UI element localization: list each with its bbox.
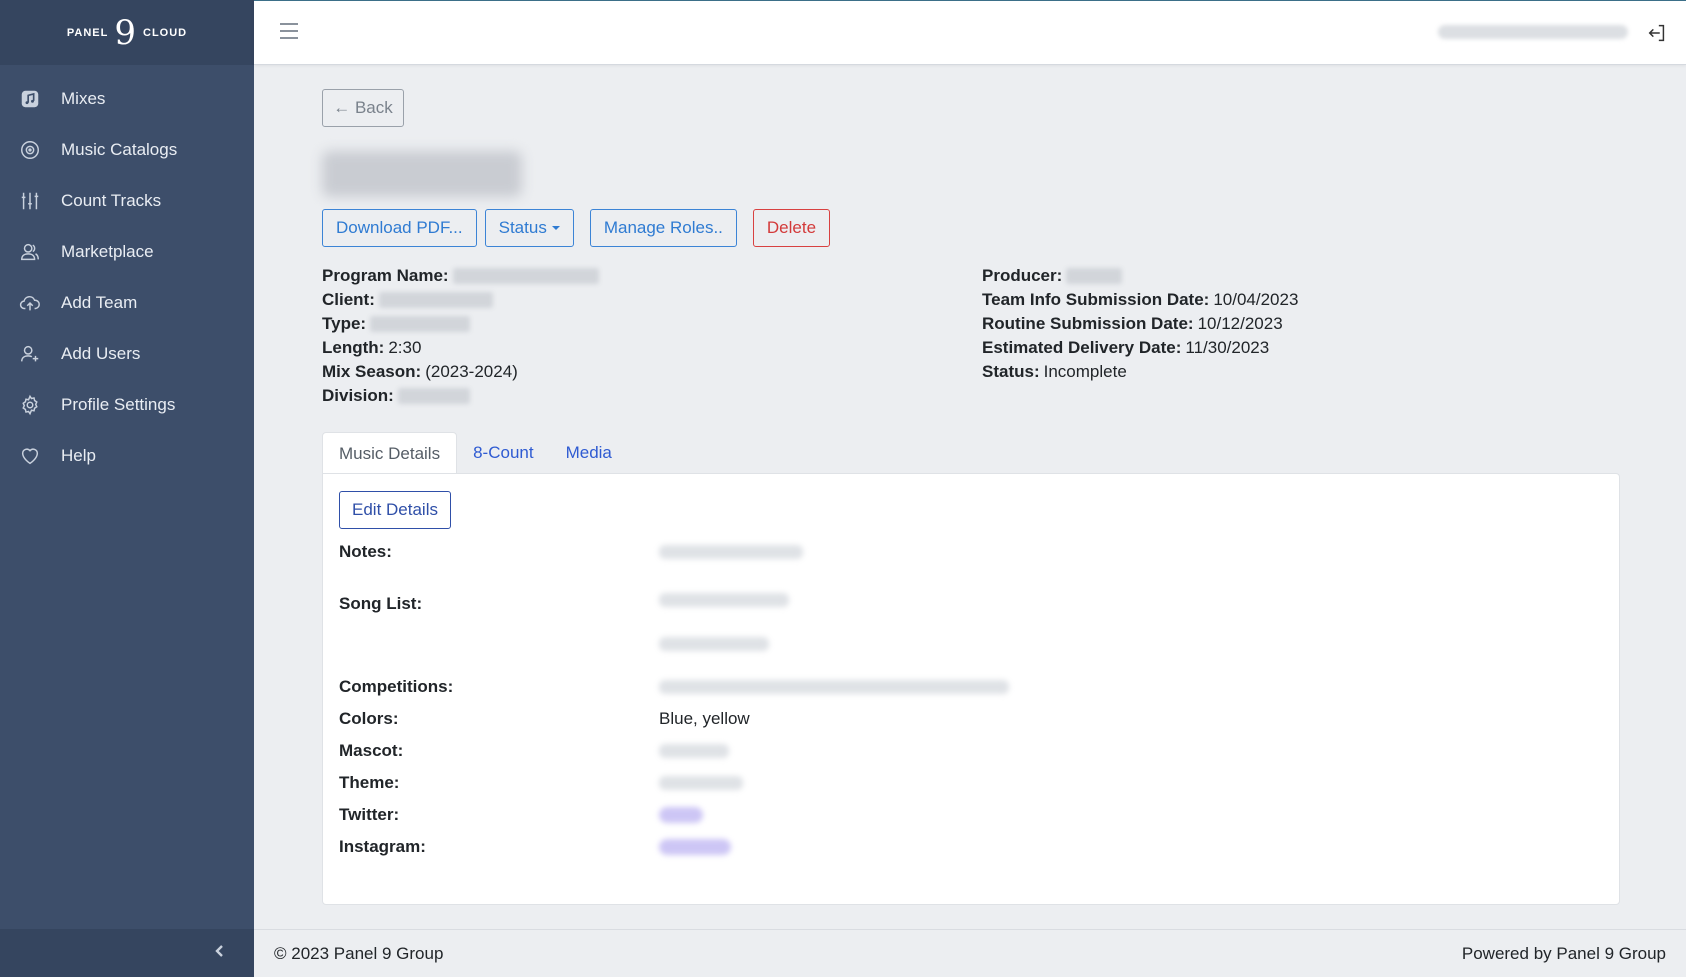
heart-icon [19,445,41,467]
status-row: Status: Incomplete [982,360,1582,384]
mascot-row: Mascot: [339,740,729,762]
song-list-redacted [659,593,789,615]
delete-button[interactable]: Delete [752,209,831,247]
delivery-date-row: Estimated Delivery Date: 11/30/2023 [982,338,1270,357]
client-redacted [378,292,493,308]
competitions-row: Competitions: [339,676,1009,698]
people-icon [19,241,41,263]
twitter-link-redacted[interactable] [659,807,703,823]
theme-row: Theme: [339,772,743,794]
topbar [254,0,1686,65]
brand-logo[interactable]: PANEL 9 CLOUD [0,0,254,65]
program-name-redacted [452,268,599,284]
song-list-row: Song List: [339,593,789,615]
theme-redacted [659,776,743,790]
user-email-redacted [1438,25,1628,39]
manage-roles-button[interactable]: Manage Roles.. [589,209,737,247]
sidebar-item-add-users[interactable]: Add Users [0,328,254,379]
menu-toggle-icon[interactable] [280,23,298,39]
program-info-left: Program Name: Client: Type: Length: 2:30… [322,264,902,408]
sidebar-item-mixes[interactable]: Mixes [0,73,254,124]
page-title-redacted [322,151,522,197]
type-redacted [370,316,471,332]
status-dropdown-button[interactable]: Status [484,209,574,247]
status-button-label: Status [498,218,547,237]
producer-redacted [1066,268,1123,284]
competitions-redacted [659,680,1009,694]
tab-media[interactable]: Media [550,432,628,473]
action-bar: Download PDF... Status Manage Roles.. De… [322,209,838,247]
status-value: Incomplete [1043,362,1127,381]
user-plus-icon [19,343,41,365]
page-footer: © 2023 Panel 9 Group Powered by Panel 9 … [254,929,1686,977]
team-info-date-row: Team Info Submission Date: 10/04/2023 [982,290,1299,309]
back-button[interactable]: ← Back [322,89,404,127]
tab-music-details[interactable]: Music Details [322,432,458,474]
song-list-redacted-line-2 [659,637,769,651]
footer-powered-by: Powered by Panel 9 Group [1461,943,1666,963]
download-pdf-button[interactable]: Download PDF... [322,209,477,247]
sidebar-item-profile-settings[interactable]: Profile Settings [0,379,254,430]
cloud-upload-icon [19,292,41,314]
sidebar-item-music-catalogs[interactable]: Music Catalogs [0,124,254,175]
client-row: Client: [322,288,902,312]
music-details-panel: Edit Details Notes: Song List: Competiti… [322,473,1620,905]
chevron-left-icon [212,943,228,964]
type-row: Type: [322,312,902,336]
sidebar-collapse-button[interactable] [0,929,254,977]
sliders-icon [19,190,41,212]
sidebar-item-count-tracks[interactable]: Count Tracks [0,175,254,226]
sidebar-item-marketplace[interactable]: Marketplace [0,226,254,277]
main-content: ← Back Download PDF... Status Manage Rol… [254,65,1686,929]
footer-copyright: © 2023 Panel 9 Group [274,943,444,963]
division-row: Division: [322,384,902,408]
mix-season-row: Mix Season: (2023-2024) [322,362,518,381]
disc-icon [19,139,41,161]
sidebar: PANEL 9 CLOUD Mixes Music Catalogs Count… [0,0,254,977]
division-redacted [397,388,470,404]
notes-redacted [659,545,803,559]
instagram-row: Instagram: [339,836,731,858]
caret-down-icon [551,226,560,230]
detail-tabs: Music Details 8-Count Media [322,432,628,474]
sidebar-item-add-team[interactable]: Add Team [0,277,254,328]
routine-date-row: Routine Submission Date: 10/12/2023 [982,314,1283,333]
edit-details-button[interactable]: Edit Details [339,491,451,529]
notes-row: Notes: [339,541,803,563]
logout-icon[interactable] [1646,22,1668,44]
program-name-row: Program Name: [322,264,902,288]
twitter-row: Twitter: [339,804,703,826]
tab-8-count[interactable]: 8-Count [457,432,549,473]
length-row: Length: 2:30 [322,338,422,357]
gear-icon [19,394,41,416]
music-note-icon [19,88,41,110]
sidebar-item-help[interactable]: Help [0,430,254,481]
colors-row: Colors: Blue, yellow [339,709,750,728]
producer-row: Producer: [982,264,1582,288]
mascot-redacted [659,744,729,758]
sidebar-nav: Mixes Music Catalogs Count Tracks Market… [0,65,254,481]
instagram-link-redacted[interactable] [659,839,731,855]
program-info-right: Producer: Team Info Submission Date: 10/… [982,264,1582,384]
